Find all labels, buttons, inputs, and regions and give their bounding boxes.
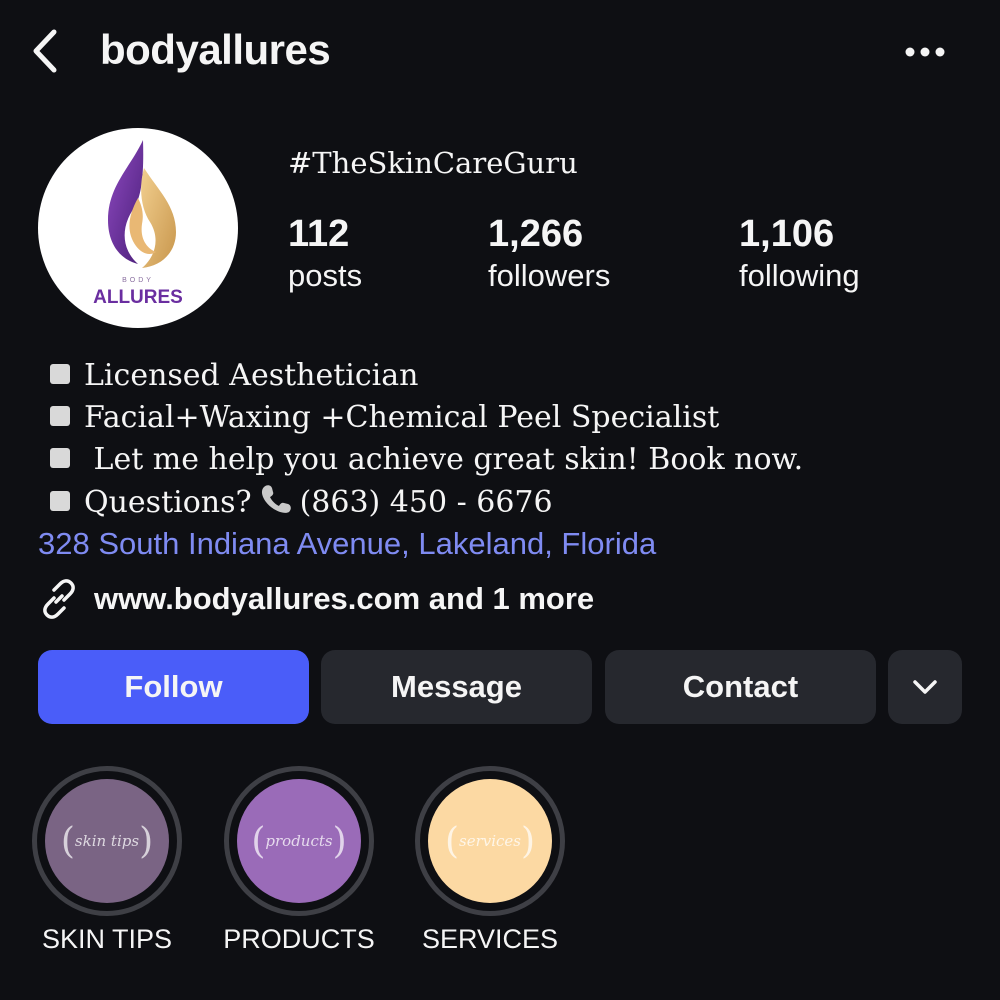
square-bullet-icon [50, 406, 70, 426]
bio-text: Questions? [84, 485, 252, 520]
stat-posts-count: 112 [288, 213, 350, 255]
square-bullet-icon [50, 491, 70, 511]
more-horizontal-icon [905, 47, 945, 57]
stat-following-count: 1,106 [739, 213, 835, 255]
highlight-cover-text: skin tips [74, 832, 140, 850]
link-icon [43, 579, 75, 619]
stat-following-label: following [739, 258, 860, 293]
stat-followers-label: followers [488, 258, 611, 293]
highlight-products[interactable]: (products) PRODUCTS [223, 766, 375, 954]
suggested-accounts-button[interactable] [888, 650, 962, 724]
highlight-cover: (products) [237, 779, 361, 903]
website-link-text: www.bodyallures.com and 1 more [94, 581, 595, 616]
highlight-skin-tips[interactable]: (skin tips) SKIN TIPS [32, 766, 182, 954]
stat-posts-label: posts [288, 258, 363, 293]
message-button[interactable]: Message [321, 650, 592, 724]
bio-line: Questions? (863) 450 - 6676 [50, 484, 553, 524]
highlight-ring[interactable]: (products) [224, 766, 374, 916]
stat-followers[interactable]: 1,266 followers [488, 212, 610, 296]
bio-line: Licensed Aesthetician [50, 358, 418, 393]
highlight-label: PRODUCTS [223, 924, 375, 954]
square-bullet-icon [50, 448, 70, 468]
highlight-cover: (services) [428, 779, 552, 903]
profile-avatar[interactable]: BODY ALLURES [38, 128, 238, 328]
bio-text: Let me help you achieve great skin! Book… [84, 442, 804, 477]
square-bullet-icon [50, 364, 70, 384]
highlight-ring[interactable]: (skin tips) [32, 766, 182, 916]
contact-button[interactable]: Contact [605, 650, 876, 724]
bio-text: Facial+Waxing +Chemical Peel Specialist [84, 400, 720, 435]
bio-text: Licensed Aesthetician [84, 358, 419, 393]
highlight-label: SERVICES [421, 924, 559, 954]
brand-logo: BODY ALLURES [93, 140, 183, 308]
profile-page: bodyallures BODY ALLURES #TheSkinCareGur… [0, 0, 1000, 1000]
telephone-icon [258, 481, 294, 521]
follow-button[interactable]: Follow [38, 650, 309, 724]
stat-followers-count: 1,266 [488, 213, 584, 255]
back-button[interactable] [28, 24, 68, 78]
phone-number[interactable]: (863) 450 - 6676 [300, 485, 553, 520]
svg-text:ALLURES: ALLURES [93, 287, 183, 308]
svg-text:BODY: BODY [122, 277, 154, 284]
profile-tagline: #TheSkinCareGuru [288, 146, 578, 180]
more-options-button[interactable] [900, 40, 950, 64]
highlight-ring[interactable]: (services) [415, 766, 565, 916]
highlight-label: SKIN TIPS [41, 924, 173, 954]
profile-username: bodyallures [100, 26, 331, 73]
bio-line: Facial+Waxing +Chemical Peel Specialist [50, 400, 719, 435]
website-link[interactable]: www.bodyallures.com and 1 more [38, 578, 594, 620]
highlight-cover: (skin tips) [45, 779, 169, 903]
stat-following[interactable]: 1,106 following [739, 212, 860, 296]
highlight-cover-text: services [459, 832, 521, 850]
address-link[interactable]: 328 South Indiana Avenue, Lakeland, Flor… [38, 526, 656, 562]
stat-posts[interactable]: 112 posts [288, 212, 362, 296]
chevron-left-icon [33, 29, 57, 73]
chevron-down-icon [913, 680, 937, 694]
bio-line: Let me help you achieve great skin! Book… [50, 442, 803, 477]
highlight-cover-text: products [265, 832, 333, 850]
highlight-services[interactable]: (services) SERVICES [415, 766, 565, 954]
